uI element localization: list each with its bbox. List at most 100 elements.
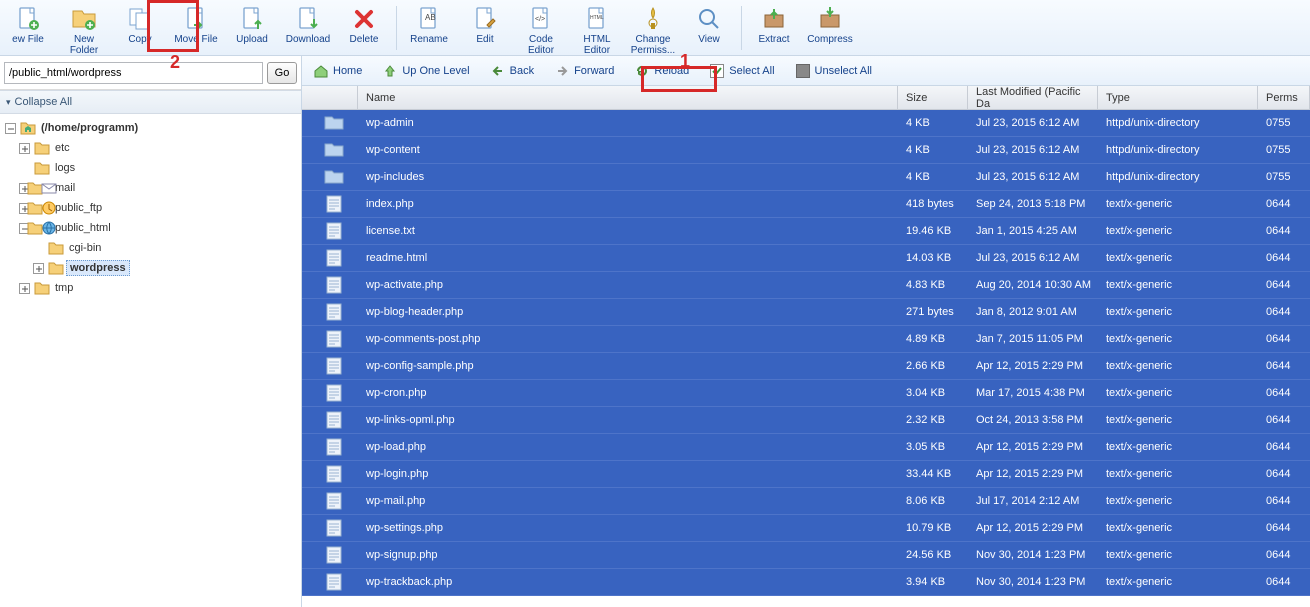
edit-icon: [471, 5, 499, 33]
new-file-icon: [14, 5, 42, 33]
tree-item-label: etc: [52, 141, 73, 155]
change-perms-button[interactable]: ChangePermiss...: [625, 2, 681, 54]
tree-toggle-icon[interactable]: [4, 122, 16, 134]
file-row[interactable]: license.txt19.46 KBJan 1, 2015 4:25 AMte…: [302, 218, 1310, 245]
file-type: text/x-generic: [1098, 522, 1258, 534]
tree-item[interactable]: tmp: [4, 278, 301, 298]
tree-item[interactable]: wordpress: [4, 258, 301, 278]
go-button[interactable]: Go: [267, 62, 297, 84]
extract-button[interactable]: Extract: [746, 2, 802, 54]
file-row[interactable]: wp-config-sample.php2.66 KBApr 12, 2015 …: [302, 353, 1310, 380]
tree-item[interactable]: logs: [4, 158, 301, 178]
file-row[interactable]: wp-signup.php24.56 KBNov 30, 2014 1:23 P…: [302, 542, 1310, 569]
delete-button[interactable]: Delete: [336, 2, 392, 54]
tree-toggle-icon[interactable]: [32, 262, 44, 274]
folder-icon: [34, 220, 50, 236]
tree-item[interactable]: public_html: [4, 218, 301, 238]
file-size: 24.56 KB: [898, 549, 968, 561]
code-editor-button[interactable]: </>CodeEditor: [513, 2, 569, 54]
new-file-button[interactable]: ew File: [0, 2, 56, 54]
move-file-button[interactable]: Move File: [168, 2, 224, 54]
tree-item[interactable]: cgi-bin: [4, 238, 301, 258]
file-perms: 0644: [1258, 333, 1310, 345]
file-row[interactable]: wp-trackback.php3.94 KBNov 30, 2014 1:23…: [302, 569, 1310, 596]
file-modified: Jan 7, 2015 11:05 PM: [968, 333, 1098, 345]
tree-toggle-icon[interactable]: [18, 282, 30, 294]
copy-button[interactable]: Copy: [112, 2, 168, 54]
file-row[interactable]: wp-content4 KBJul 23, 2015 6:12 AMhttpd/…: [302, 137, 1310, 164]
file-row[interactable]: wp-mail.php8.06 KBJul 17, 2014 2:12 AMte…: [302, 488, 1310, 515]
col-perms[interactable]: Perms: [1258, 86, 1310, 109]
file-name: wp-cron.php: [358, 387, 898, 399]
uncheck-icon: [795, 63, 811, 79]
toolbar-separator: [741, 6, 742, 50]
collapse-all-button[interactable]: ▾ Collapse All: [0, 90, 301, 114]
edit-button[interactable]: Edit: [457, 2, 513, 54]
file-row[interactable]: wp-blog-header.php271 bytesJan 8, 2012 9…: [302, 299, 1310, 326]
right-pane: HomeUp One LevelBackForwardReloadSelect …: [302, 56, 1310, 607]
file-row[interactable]: wp-activate.php4.83 KBAug 20, 2014 10:30…: [302, 272, 1310, 299]
col-type[interactable]: Type: [1098, 86, 1258, 109]
fwd-icon: [554, 63, 570, 79]
move-file-icon: [182, 5, 210, 33]
compress-icon: [816, 5, 844, 33]
tree-item[interactable]: mail: [4, 178, 301, 198]
file-row[interactable]: wp-admin4 KBJul 23, 2015 6:12 AMhttpd/un…: [302, 110, 1310, 137]
file-row[interactable]: wp-load.php3.05 KBApr 12, 2015 2:29 PMte…: [302, 434, 1310, 461]
file-row[interactable]: wp-settings.php10.79 KBApr 12, 2015 2:29…: [302, 515, 1310, 542]
file-size: 271 bytes: [898, 306, 968, 318]
file-modified: Aug 20, 2014 10:30 AM: [968, 279, 1098, 291]
nav-unselect-all-button[interactable]: Unselect All: [790, 60, 877, 82]
file-row[interactable]: wp-comments-post.php4.89 KBJan 7, 2015 1…: [302, 326, 1310, 353]
nav-back-button[interactable]: Back: [485, 60, 539, 82]
file-modified: Jan 1, 2015 4:25 AM: [968, 225, 1098, 237]
file-type: text/x-generic: [1098, 468, 1258, 480]
file-size: 19.46 KB: [898, 225, 968, 237]
download-button[interactable]: Download: [280, 2, 336, 54]
compress-button[interactable]: Compress: [802, 2, 858, 54]
nav-home-button[interactable]: Home: [308, 60, 367, 82]
tree-item[interactable]: (/home/programm): [4, 118, 301, 138]
file-row[interactable]: index.php418 bytesSep 24, 2013 5:18 PMte…: [302, 191, 1310, 218]
file-modified: Nov 30, 2014 1:23 PM: [968, 549, 1098, 561]
file-row[interactable]: readme.html14.03 KBJul 23, 2015 6:12 AMt…: [302, 245, 1310, 272]
tree-item-label: tmp: [52, 281, 76, 295]
col-icon[interactable]: [302, 86, 358, 109]
nav-label: Unselect All: [815, 65, 872, 77]
col-modified[interactable]: Last Modified (Pacific Da: [968, 86, 1098, 109]
new-folder-button[interactable]: NewFolder: [56, 2, 112, 54]
file-row[interactable]: wp-includes4 KBJul 23, 2015 6:12 AMhttpd…: [302, 164, 1310, 191]
folder-icon: [34, 160, 50, 176]
nav-label: Select All: [729, 65, 774, 77]
file-name: wp-links-opml.php: [358, 414, 898, 426]
nav-up-button[interactable]: Up One Level: [377, 60, 474, 82]
file-modified: Sep 24, 2013 5:18 PM: [968, 198, 1098, 210]
grid-header: Name Size Last Modified (Pacific Da Type…: [302, 86, 1310, 110]
nav-label: Back: [510, 65, 534, 77]
tree-item-label: public_html: [52, 221, 114, 235]
nav-forward-button[interactable]: Forward: [549, 60, 619, 82]
html-editor-button[interactable]: HTMLHTMLEditor: [569, 2, 625, 54]
file-perms: 0755: [1258, 117, 1310, 129]
file-type: text/x-generic: [1098, 549, 1258, 561]
tree-toggle-icon[interactable]: [18, 142, 30, 154]
tree-item[interactable]: public_ftp: [4, 198, 301, 218]
view-button[interactable]: View: [681, 2, 737, 54]
nav-label: Forward: [574, 65, 614, 77]
file-row[interactable]: wp-links-opml.php2.32 KBOct 24, 2013 3:5…: [302, 407, 1310, 434]
nav-select-all-button[interactable]: Select All: [704, 60, 779, 82]
file-type: text/x-generic: [1098, 441, 1258, 453]
tree-item[interactable]: etc: [4, 138, 301, 158]
folder-icon: [302, 142, 358, 158]
tree-toggle-icon: [32, 242, 44, 254]
file-modified: Apr 12, 2015 2:29 PM: [968, 360, 1098, 372]
col-name[interactable]: Name: [358, 86, 898, 109]
upload-button[interactable]: Upload: [224, 2, 280, 54]
rename-button[interactable]: ABRename: [401, 2, 457, 54]
path-input[interactable]: [4, 62, 263, 84]
file-size: 3.94 KB: [898, 576, 968, 588]
file-row[interactable]: wp-login.php33.44 KBApr 12, 2015 2:29 PM…: [302, 461, 1310, 488]
file-row[interactable]: wp-cron.php3.04 KBMar 17, 2015 4:38 PMte…: [302, 380, 1310, 407]
col-size[interactable]: Size: [898, 86, 968, 109]
file-icon: [302, 195, 358, 213]
